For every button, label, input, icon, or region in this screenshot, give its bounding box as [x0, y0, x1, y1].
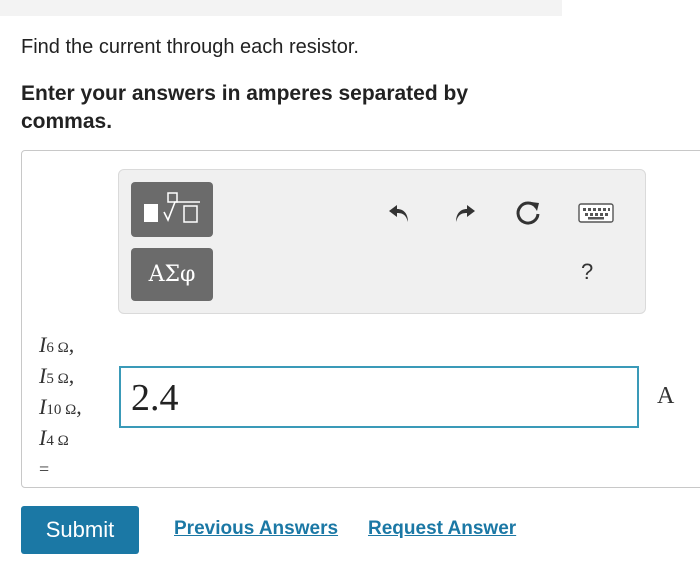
variable-label: I10 Ω,	[39, 394, 82, 419]
question-text: Find the current through each resistor.	[21, 36, 359, 58]
instruction-text: Enter your answers in amperes separated …	[21, 82, 469, 133]
variable-label: I6 Ω,	[39, 332, 75, 357]
reset-icon	[516, 201, 540, 225]
equals-sign: =	[39, 459, 50, 479]
variable-label: I5 Ω,	[39, 363, 75, 388]
variable-label: I4 Ω	[39, 425, 69, 450]
variable-labels: I6 Ω, I5 Ω, I10 Ω, I4 Ω =	[39, 331, 82, 483]
unit-label: A	[657, 383, 675, 409]
templates-button[interactable]	[131, 182, 213, 237]
math-toolbar: ΑΣφ ?	[118, 169, 646, 314]
undo-icon	[389, 205, 408, 222]
redo-icon	[456, 205, 475, 222]
submit-button[interactable]: Submit	[21, 506, 139, 554]
templates-icon	[144, 191, 200, 223]
previous-answers-link[interactable]: Previous Answers	[174, 518, 338, 540]
help-button[interactable]: ?	[581, 259, 593, 285]
reset-button[interactable]	[513, 198, 543, 228]
top-bar	[0, 0, 562, 16]
undo-button[interactable]	[385, 198, 415, 228]
request-answer-link[interactable]: Request Answer	[368, 518, 516, 540]
redo-button[interactable]	[449, 198, 479, 228]
answer-input[interactable]: 2.4	[119, 366, 639, 428]
keyboard-icon	[578, 203, 614, 223]
keyboard-button[interactable]	[576, 198, 616, 228]
greek-symbols-button[interactable]: ΑΣφ	[131, 248, 213, 301]
answer-panel: ΑΣφ ? I6 Ω, I5 Ω, I10 Ω, I4 Ω = 2.4 A	[21, 150, 700, 488]
